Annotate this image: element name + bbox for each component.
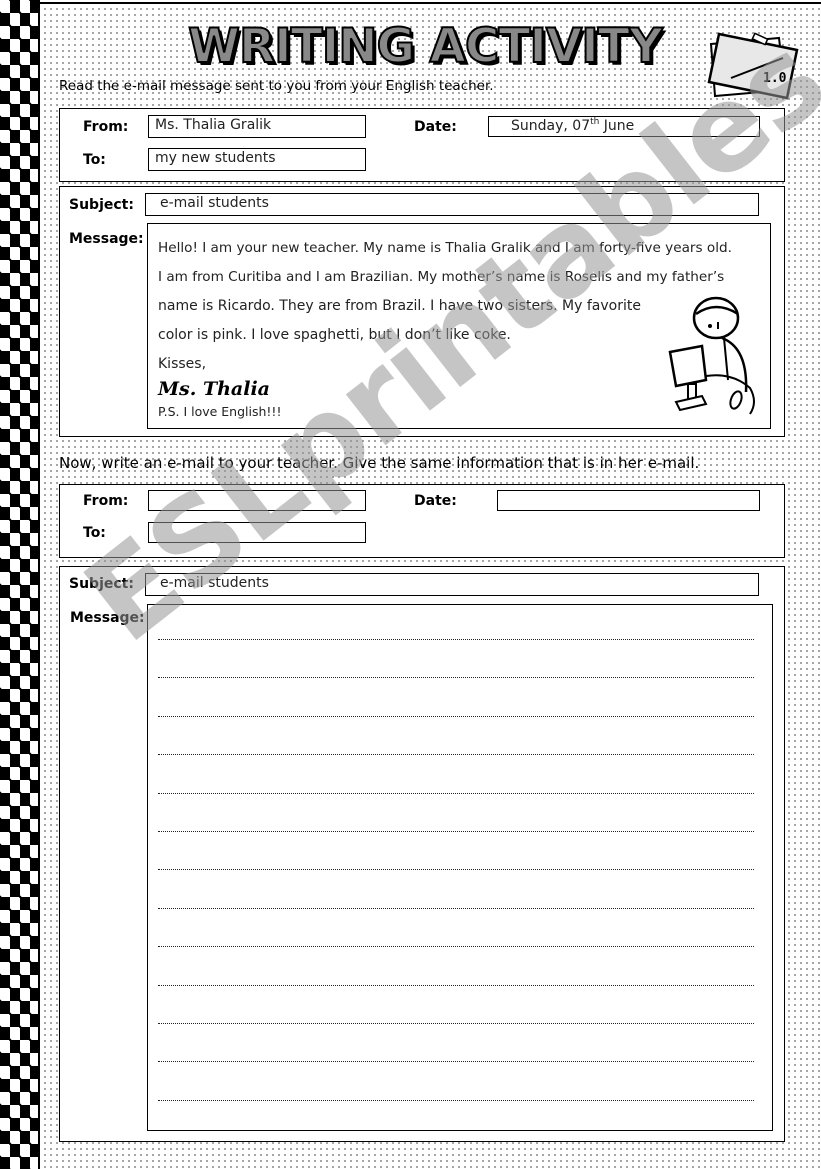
writing-line[interactable]	[158, 639, 754, 640]
read-instruction: Read the e-mail message sent to you from…	[59, 78, 494, 94]
checkered-border	[0, 0, 38, 1169]
writing-line[interactable]	[158, 869, 754, 871]
teacher-from-field[interactable]: Ms. Thalia Gralik	[148, 115, 366, 138]
subject-label: Subject:	[69, 197, 134, 213]
student-message-panel: Subject: e-mail students Message:	[59, 566, 785, 1142]
to-label: To:	[83, 525, 106, 541]
student-date-field[interactable]	[497, 490, 760, 511]
child-at-computer-icon	[662, 292, 762, 422]
writing-line[interactable]	[158, 1099, 754, 1101]
write-instruction: Now, write an e-mail to your teacher. Gi…	[59, 454, 700, 472]
message-label: Message:	[69, 231, 144, 247]
message-label: Message:	[70, 610, 145, 626]
from-label: From:	[83, 119, 129, 135]
date-month: June	[599, 118, 635, 134]
teacher-message-panel: Subject: e-mail students Message: Hello!…	[59, 186, 785, 437]
writing-line[interactable]	[158, 984, 754, 986]
student-message-area[interactable]	[147, 604, 773, 1131]
subject-label: Subject:	[69, 576, 134, 592]
teacher-message-body: Hello! I am your new teacher. My name is…	[147, 223, 771, 429]
postscript: P.S. I love English!!!	[158, 404, 282, 419]
message-line: color is pink. I love spaghetti, but I d…	[158, 327, 511, 343]
student-subject-field[interactable]: e-mail students	[145, 573, 759, 596]
writing-line[interactable]	[158, 946, 754, 948]
writing-line[interactable]	[158, 715, 754, 717]
date-label: Date:	[414, 493, 457, 509]
date-text: Sunday, 07	[511, 118, 591, 134]
student-to-field[interactable]	[148, 522, 366, 543]
border-edge	[38, 0, 40, 1169]
student-header-panel: From: To: Date:	[59, 484, 785, 558]
writing-line[interactable]	[158, 831, 754, 832]
writing-line[interactable]	[158, 754, 754, 756]
top-rule	[40, 2, 821, 4]
writing-line[interactable]	[158, 677, 754, 679]
writing-line[interactable]	[158, 1023, 754, 1024]
signature: Ms. Thalia	[158, 378, 270, 400]
closing-text: Kisses,	[158, 356, 207, 372]
to-label: To:	[83, 152, 106, 168]
folder-icon: 1.0	[705, 26, 805, 106]
teacher-header-panel: From: Ms. Thalia Gralik To: my new stude…	[59, 108, 785, 182]
page-title: WRITING ACTIVITY	[187, 19, 664, 75]
date-ordinal: th	[590, 117, 600, 127]
writing-line[interactable]	[158, 792, 754, 794]
student-from-field[interactable]	[148, 490, 366, 511]
message-line: Hello! I am your new teacher. My name is…	[158, 240, 732, 256]
badge-text: 1.0	[763, 71, 787, 86]
message-line: I am from Curitiba and I am Brazilian. M…	[158, 269, 725, 285]
teacher-to-field[interactable]: my new students	[148, 148, 366, 171]
date-label: Date:	[414, 119, 457, 135]
from-label: From:	[83, 493, 129, 509]
writing-line[interactable]	[158, 1061, 754, 1063]
message-line: name is Ricardo. They are from Brazil. I…	[158, 298, 641, 314]
writing-line[interactable]	[158, 907, 754, 909]
teacher-subject-field[interactable]: e-mail students	[145, 193, 759, 216]
teacher-date-field[interactable]: Sunday, 07th June	[488, 116, 760, 137]
